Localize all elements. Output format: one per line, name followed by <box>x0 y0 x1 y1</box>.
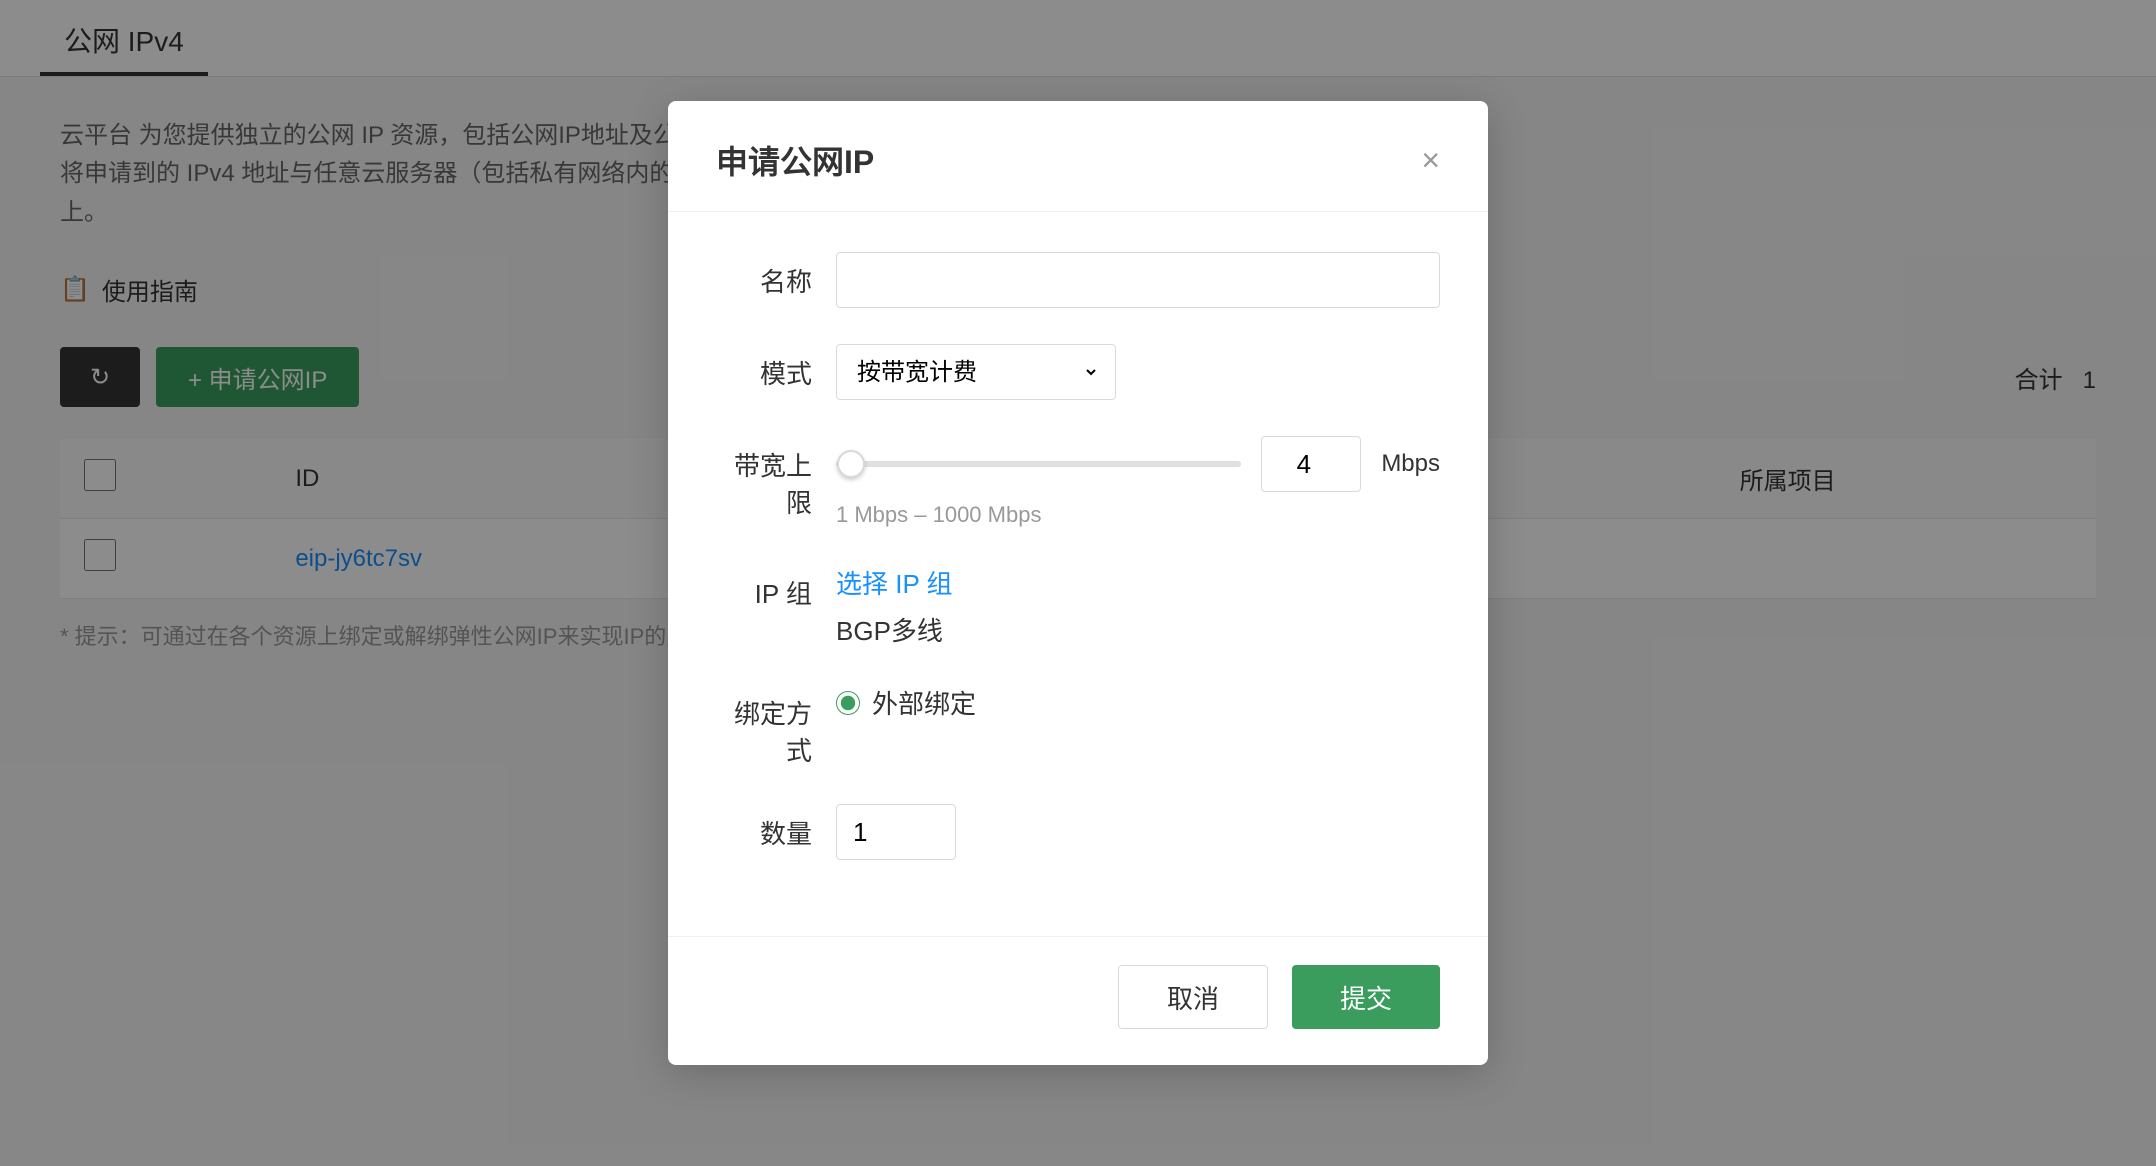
bandwidth-unit: Mbps <box>1381 450 1440 478</box>
ip-group-value: BGP多线 <box>836 611 1440 648</box>
mode-select[interactable]: 按带宽计费按流量计费 <box>853 358 1099 387</box>
bandwidth-range-hint: 1 Mbps – 1000 Mbps <box>836 502 1440 528</box>
bandwidth-label: 带宽上限 <box>716 436 836 520</box>
dialog-title: 申请公网IP <box>716 137 874 183</box>
name-label: 名称 <box>716 252 836 299</box>
cancel-button[interactable]: 取消 <box>1118 965 1268 1029</box>
quantity-label: 数量 <box>716 804 836 851</box>
bind-method-radio[interactable] <box>836 691 860 715</box>
bind-method-label: 绑定方式 <box>716 684 836 768</box>
name-control <box>836 252 1440 308</box>
bandwidth-input[interactable] <box>1261 436 1361 492</box>
bind-method-option-label: 外部绑定 <box>872 684 976 721</box>
form-row-mode: 模式 按带宽计费按流量计费 <box>716 344 1440 400</box>
bandwidth-slider[interactable] <box>836 461 1241 467</box>
form-row-quantity: 数量 <box>716 804 1440 860</box>
dialog-overlay: 申请公网IP × 名称 模式 按带宽计费按流量计费 <box>0 0 2156 1166</box>
slider-row: Mbps <box>836 436 1440 492</box>
bandwidth-control: Mbps 1 Mbps – 1000 Mbps <box>836 436 1440 528</box>
form-row-bind-method: 绑定方式 外部绑定 <box>716 684 1440 768</box>
form-row-bandwidth: 带宽上限 Mbps 1 Mbps – 1000 Mbps <box>716 436 1440 528</box>
apply-ip-dialog: 申请公网IP × 名称 模式 按带宽计费按流量计费 <box>668 101 1488 1065</box>
dialog-close-button[interactable]: × <box>1421 144 1440 176</box>
mode-label: 模式 <box>716 344 836 391</box>
bind-method-radio-label[interactable]: 外部绑定 <box>836 684 1440 721</box>
ip-group-label: IP 组 <box>716 564 836 611</box>
name-input[interactable] <box>836 252 1440 308</box>
dialog-body: 名称 模式 按带宽计费按流量计费 带宽上限 <box>668 212 1488 936</box>
ip-group-control: 选择 IP 组 BGP多线 <box>836 564 1440 648</box>
quantity-input[interactable] <box>836 804 956 860</box>
form-row-ip-group: IP 组 选择 IP 组 BGP多线 <box>716 564 1440 648</box>
dialog-header: 申请公网IP × <box>668 101 1488 212</box>
mode-control: 按带宽计费按流量计费 <box>836 344 1440 400</box>
form-row-name: 名称 <box>716 252 1440 308</box>
bind-method-control: 外部绑定 <box>836 684 1440 721</box>
mode-dropdown[interactable]: 按带宽计费按流量计费 <box>836 344 1116 400</box>
submit-button[interactable]: 提交 <box>1292 965 1440 1029</box>
dialog-footer: 取消 提交 <box>668 936 1488 1065</box>
quantity-control <box>836 804 1440 860</box>
ip-group-select-link[interactable]: 选择 IP 组 <box>836 569 953 599</box>
